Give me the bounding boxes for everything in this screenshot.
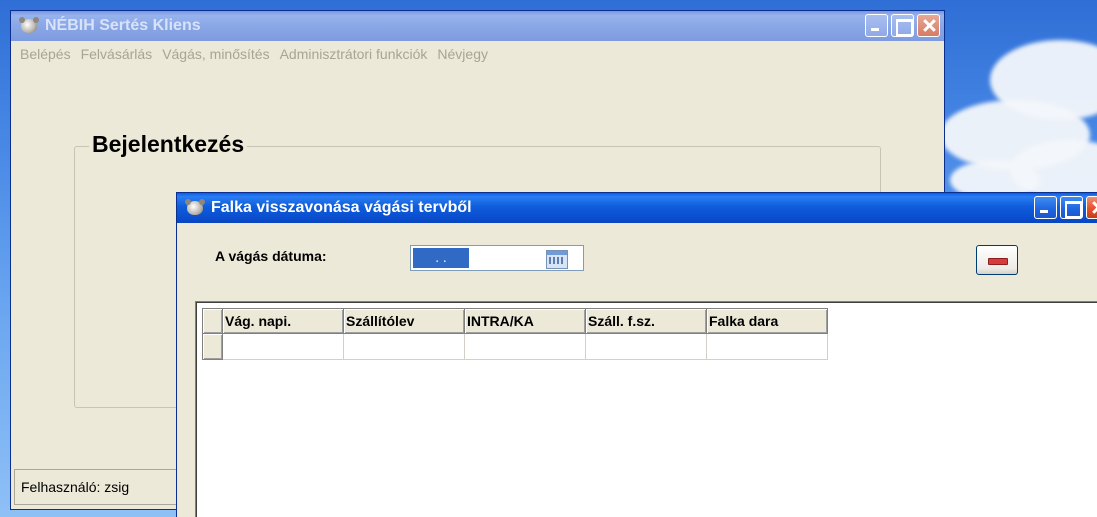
status-user-text: Felhasználó: zsig [21, 479, 130, 495]
grid-cell[interactable] [706, 333, 828, 360]
table-row[interactable] [202, 333, 828, 360]
pig-icon [19, 17, 39, 35]
herd-table: Vág. napi. Szállítólev INTRA/KA Száll. f… [202, 308, 828, 360]
calendar-icon[interactable] [545, 248, 568, 269]
menu-item-vagas-minosites[interactable]: Vágás, minősítés [157, 46, 274, 62]
grid-cell[interactable] [222, 333, 344, 360]
menu-item-nevjegy[interactable]: Névjegy [432, 46, 493, 62]
maximize-button[interactable] [891, 14, 914, 37]
close-button[interactable] [1086, 196, 1097, 219]
column-header-szall-fsz[interactable]: Száll. f.sz. [585, 308, 707, 334]
grid-corner [202, 308, 223, 334]
dialog-titlebar[interactable]: Falka visszavonása vágási tervből [177, 193, 1097, 223]
menu-item-belepes[interactable]: Belépés [15, 46, 76, 62]
date-picker-field[interactable]: . . [410, 245, 584, 271]
close-button[interactable] [917, 14, 940, 37]
menu-bar: Belépés Felvásárlás Vágás, minősítés Adm… [15, 41, 940, 67]
row-header[interactable] [202, 333, 223, 360]
minimize-button[interactable] [1034, 196, 1057, 219]
grid-cell[interactable] [464, 333, 586, 360]
herd-grid[interactable]: Vág. napi. Szállítólev INTRA/KA Száll. f… [195, 301, 1097, 517]
column-header-vag-napi[interactable]: Vág. napi. [222, 308, 344, 334]
dialog-title: Falka visszavonása vágási tervből [211, 199, 472, 216]
date-value[interactable]: . . [413, 248, 469, 268]
pig-icon [185, 199, 205, 217]
column-header-falka-darab[interactable]: Falka dara [706, 308, 828, 334]
column-header-intra-ka[interactable]: INTRA/KA [464, 308, 586, 334]
grid-cell[interactable] [585, 333, 707, 360]
remove-button[interactable] [976, 245, 1018, 275]
date-label: A vágás dátuma: [215, 248, 327, 264]
dialog-window: Falka visszavonása vágási tervből A vágá… [176, 192, 1097, 517]
login-group-title: Bejelentkezés [89, 131, 248, 158]
menu-item-felvasarlas[interactable]: Felvásárlás [76, 46, 158, 62]
grid-cell[interactable] [343, 333, 465, 360]
menu-item-adminisztratori[interactable]: Adminisztrátori funkciók [275, 46, 433, 62]
grid-header-row: Vág. napi. Szállítólev INTRA/KA Száll. f… [202, 308, 828, 334]
maximize-button[interactable] [1060, 196, 1083, 219]
column-header-szallitolevel[interactable]: Szállítólev [343, 308, 465, 334]
minimize-button[interactable] [865, 14, 888, 37]
main-window-title: NÉBIH Sertés Kliens [45, 17, 201, 34]
main-window-titlebar[interactable]: NÉBIH Sertés Kliens [11, 11, 944, 41]
status-bar: Felhasználó: zsig [14, 469, 194, 505]
